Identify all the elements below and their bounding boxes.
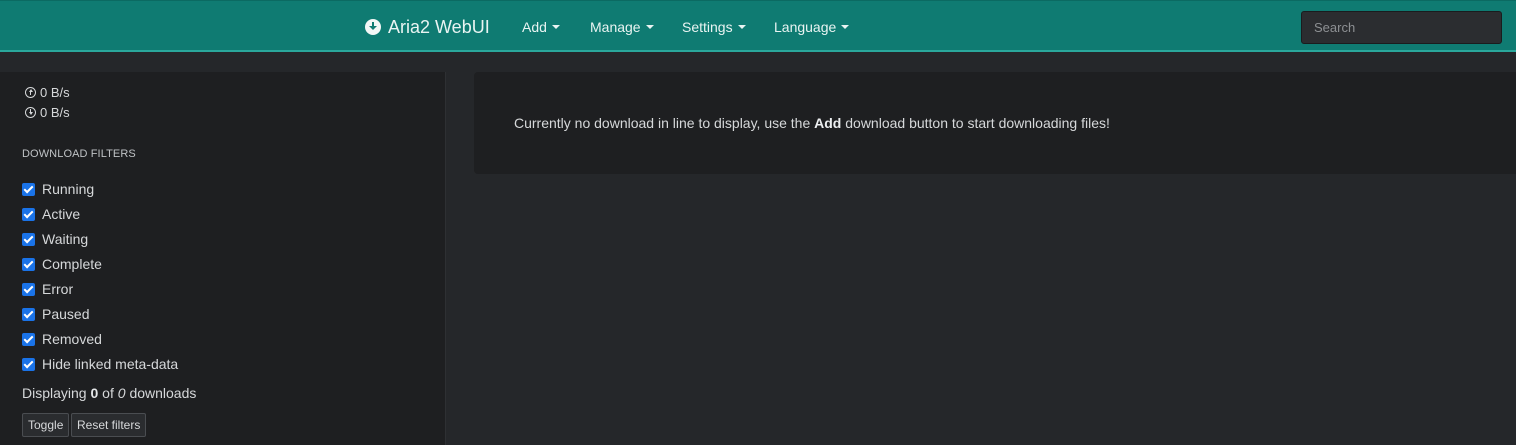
filters-heading: DOWNLOAD FILTERS	[22, 148, 136, 160]
search-input[interactable]	[1301, 11, 1502, 44]
downloads-panel: Currently no download in line to display…	[474, 72, 1516, 174]
upload-arrow-icon	[25, 86, 36, 98]
download-speed: 0 B/s	[25, 104, 70, 120]
menu-manage[interactable]: Manage	[590, 1, 654, 53]
filter-active[interactable]: Active	[22, 205, 80, 223]
menu-settings-label: Settings	[682, 19, 733, 35]
empty-downloads-message: Currently no download in line to display…	[514, 115, 1110, 131]
filter-label: Waiting	[42, 231, 89, 247]
caret-down-icon	[645, 25, 654, 29]
menu-add[interactable]: Add	[522, 1, 560, 53]
download-arrow-icon	[25, 106, 36, 118]
filter-paused[interactable]: Paused	[22, 305, 89, 323]
filter-label: Error	[42, 281, 74, 297]
filter-hide-linked-metadata[interactable]: Hide linked meta-data	[22, 355, 178, 373]
checkbox-checked[interactable]	[22, 282, 35, 296]
navbar: Aria2 WebUI Add Manage Settings Language	[0, 0, 1516, 52]
filter-label: Complete	[42, 256, 102, 272]
checkbox-checked[interactable]	[22, 307, 35, 321]
menu-language[interactable]: Language	[774, 1, 850, 53]
displaying-shown: 0	[90, 385, 99, 401]
brand-link[interactable]: Aria2 WebUI	[365, 15, 490, 39]
menu-add-label: Add	[522, 19, 547, 35]
filter-running[interactable]: Running	[22, 180, 94, 198]
filter-waiting[interactable]: Waiting	[22, 230, 88, 248]
filter-label: Hide linked meta-data	[42, 356, 179, 372]
caret-down-icon	[841, 25, 850, 29]
checkbox-checked[interactable]	[22, 232, 35, 246]
reset-filters-button[interactable]: Reset filters	[71, 413, 147, 437]
displaying-suffix: downloads	[129, 385, 197, 401]
empty-msg-suffix: download button to start downloading fil…	[845, 115, 1110, 131]
menu-manage-label: Manage	[590, 19, 641, 35]
caret-down-icon	[551, 25, 560, 29]
caret-down-icon	[737, 25, 746, 29]
displaying-of: of	[102, 385, 114, 401]
upload-speed: 0 B/s	[25, 84, 70, 100]
filter-error[interactable]: Error	[22, 280, 73, 298]
brand-title: Aria2 WebUI	[388, 16, 490, 37]
filter-complete[interactable]: Complete	[22, 255, 102, 273]
checkbox-checked[interactable]	[22, 257, 35, 271]
filter-label: Paused	[42, 306, 90, 322]
upload-speed-value: 0 B/s	[40, 84, 70, 100]
menu-settings[interactable]: Settings	[682, 1, 746, 53]
displaying-total: 0	[117, 385, 126, 401]
filter-label: Running	[42, 181, 95, 197]
displaying-prefix: Displaying	[22, 385, 87, 401]
checkbox-checked[interactable]	[22, 182, 35, 196]
filter-removed[interactable]: Removed	[22, 330, 102, 348]
checkbox-checked[interactable]	[22, 357, 35, 371]
toggle-button[interactable]: Toggle	[22, 413, 70, 437]
download-circle-icon	[365, 19, 381, 35]
checkbox-checked[interactable]	[22, 207, 35, 221]
menu-language-label: Language	[774, 19, 837, 35]
empty-msg-prefix: Currently no download in line to display…	[514, 115, 811, 131]
filter-label: Removed	[42, 331, 102, 347]
download-speed-value: 0 B/s	[40, 104, 70, 120]
filter-label: Active	[42, 206, 81, 222]
checkbox-checked[interactable]	[22, 332, 35, 346]
displaying-count: Displaying 0 of 0 downloads	[22, 385, 196, 401]
empty-msg-add: Add	[814, 115, 842, 131]
